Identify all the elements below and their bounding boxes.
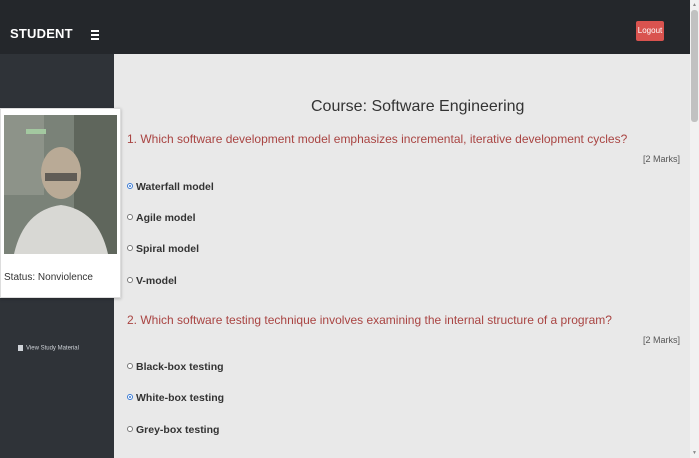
vertical-scrollbar[interactable]: ▲ ▼ xyxy=(690,0,699,458)
question-1-text: 1. Which software development model emph… xyxy=(127,132,628,146)
option-label: White-box testing xyxy=(136,392,225,404)
radio-button[interactable] xyxy=(127,363,133,369)
sidebar-item-label: View Study Material xyxy=(26,345,79,352)
option-label: Spiral model xyxy=(136,243,200,255)
question-2-option-white-box[interactable]: White-box testing xyxy=(127,392,224,404)
violence-status-text: Status: Nonviolence xyxy=(4,272,93,283)
question-2-option-black-box[interactable]: Black-box testing xyxy=(127,361,224,373)
radio-button[interactable] xyxy=(127,183,133,189)
document-icon xyxy=(18,345,23,351)
question-1-option-agile[interactable]: Agile model xyxy=(127,212,196,224)
scroll-up-arrow-icon[interactable]: ▲ xyxy=(692,2,697,8)
question-1-option-v-model[interactable]: V-model xyxy=(127,275,177,287)
option-label: V-model xyxy=(136,275,177,287)
menu-toggle-icon[interactable] xyxy=(91,30,99,40)
radio-button[interactable] xyxy=(127,245,133,251)
sidebar-item-view-study-material[interactable]: View Study Material xyxy=(18,345,79,352)
option-label: Black-box testing xyxy=(136,361,224,373)
question-2-option-grey-box[interactable]: Grey-box testing xyxy=(127,424,219,436)
logout-button[interactable]: Logout xyxy=(636,21,664,41)
radio-button[interactable] xyxy=(127,426,133,432)
scroll-down-arrow-icon[interactable]: ▼ xyxy=(692,450,697,456)
option-label: Agile model xyxy=(136,212,196,224)
question-1-option-waterfall[interactable]: Waterfall model xyxy=(127,181,214,193)
option-label: Grey-box testing xyxy=(136,424,220,436)
radio-button[interactable] xyxy=(127,394,133,400)
radio-button[interactable] xyxy=(127,214,133,220)
brand-title: STUDENT xyxy=(10,26,73,41)
webcam-monitor-panel: Status: Nonviolence xyxy=(0,108,121,298)
webcam-feed-image xyxy=(4,115,117,254)
scroll-thumb[interactable] xyxy=(691,10,698,122)
question-1-option-spiral[interactable]: Spiral model xyxy=(127,243,199,255)
course-title: Course: Software Engineering xyxy=(311,98,525,115)
question-2-text: 2. Which software testing technique invo… xyxy=(127,313,612,327)
option-label: Waterfall model xyxy=(136,181,214,193)
question-1-marks: [2 Marks] xyxy=(643,154,681,164)
question-2-marks: [2 Marks] xyxy=(643,335,681,345)
radio-button[interactable] xyxy=(127,277,133,283)
top-navbar: STUDENT Logout xyxy=(0,0,690,54)
